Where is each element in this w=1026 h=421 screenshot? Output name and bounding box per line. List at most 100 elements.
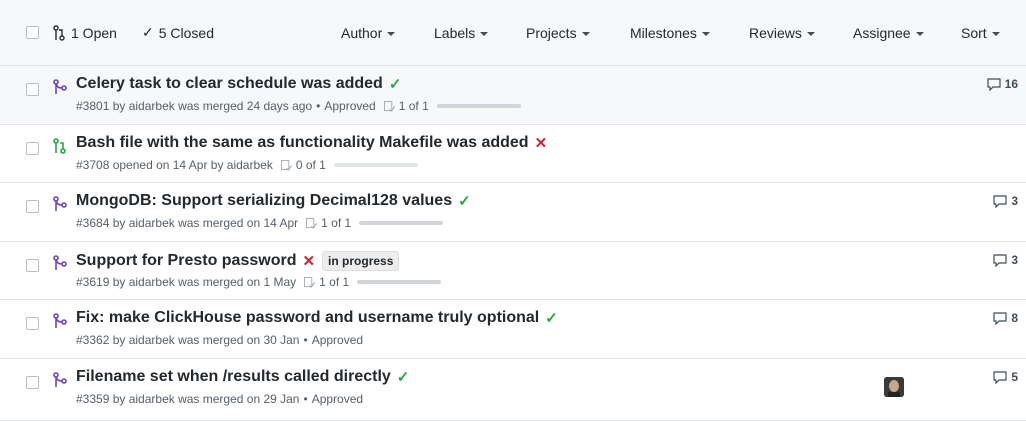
- caret-down-icon: [806, 31, 815, 36]
- pull-request-meta: #3619 by aidarbek was merged on 1 May 1 o…: [76, 275, 442, 289]
- comment-count: 5: [1011, 370, 1018, 384]
- x-failure-icon[interactable]: ✕: [302, 252, 315, 270]
- row-checkbox[interactable]: [26, 83, 39, 96]
- caret-down-icon: [387, 31, 396, 36]
- pull-request-meta: #3708 opened on 14 Apr by aidarbek 0 of 1: [76, 158, 418, 172]
- bullet-separator: •: [303, 333, 308, 347]
- pull-request-icon: [53, 24, 65, 41]
- open-filter-link[interactable]: 1 Open: [53, 0, 117, 65]
- closed-filter-link[interactable]: ✓ 5 Closed: [142, 0, 214, 65]
- pull-request-meta: #3684 by aidarbek was merged on 14 Apr 1 …: [76, 216, 444, 230]
- bullet-separator: •: [303, 392, 308, 406]
- review-status[interactable]: Approved: [312, 392, 363, 406]
- comments-link[interactable]: 3: [993, 194, 1018, 208]
- list-header: 1 Open ✓ 5 Closed Author Labels Projects…: [0, 0, 1026, 66]
- checklist-icon: [306, 217, 318, 229]
- caret-down-icon: [480, 31, 489, 36]
- review-progress-bar: [333, 163, 418, 167]
- review-count: 0 of 1: [295, 158, 326, 172]
- pull-request-title-link[interactable]: Bash file with the same as functionality…: [76, 134, 529, 152]
- review-progress-bar: [436, 104, 521, 108]
- meta-text: #3708 opened on 14 Apr by aidarbek: [76, 158, 273, 172]
- review-count: 1 of 1: [319, 275, 350, 289]
- review-progress-bar: [359, 221, 444, 225]
- avatar[interactable]: [884, 377, 904, 397]
- check-success-icon[interactable]: ✓: [397, 368, 410, 386]
- row-checkbox[interactable]: [26, 259, 39, 272]
- comments-link[interactable]: 16: [987, 77, 1018, 91]
- merged-icon: [53, 196, 67, 211]
- x-failure-icon[interactable]: ✕: [535, 134, 548, 152]
- select-all-checkbox[interactable]: [26, 0, 39, 65]
- review-count: 1 of 1: [398, 99, 429, 113]
- pull-request-title-line: Filename set when /results called direct…: [76, 368, 409, 386]
- caret-down-icon: [581, 31, 590, 36]
- meta-text: #3362 by aidarbek was merged on 30 Jan: [76, 333, 300, 347]
- pull-request-list: 1 Open ✓ 5 Closed Author Labels Projects…: [0, 0, 1026, 421]
- closed-count: 5 Closed: [158, 24, 214, 41]
- pull-request-row[interactable]: Bash file with the same as functionality…: [0, 125, 1026, 183]
- merged-icon: [53, 255, 67, 270]
- comment-icon: [993, 253, 1007, 267]
- caret-down-icon: [915, 31, 924, 36]
- projects-filter[interactable]: Projects: [526, 0, 590, 65]
- checklist-icon: [304, 276, 316, 288]
- pull-request-title-link[interactable]: Fix: make ClickHouse password and userna…: [76, 309, 539, 327]
- label-badge[interactable]: in progress: [322, 251, 400, 271]
- author-filter[interactable]: Author: [341, 0, 396, 65]
- pull-request-meta: #3362 by aidarbek was merged on 30 Jan • A…: [76, 333, 363, 347]
- merged-icon: [53, 313, 67, 328]
- bullet-separator: •: [316, 99, 321, 113]
- merged-icon: [53, 79, 67, 94]
- pull-request-row[interactable]: Filename set when /results called direct…: [0, 359, 1026, 421]
- pull-request-row[interactable]: Celery task to clear schedule was added ✓…: [0, 66, 1026, 125]
- pull-request-row[interactable]: Support for Presto password ✕ in progress #…: [0, 242, 1026, 300]
- pull-request-title-line: Fix: make ClickHouse password and userna…: [76, 309, 558, 327]
- comment-count: 8: [1011, 311, 1018, 325]
- check-success-icon[interactable]: ✓: [389, 75, 402, 93]
- assignee-filter[interactable]: Assignee: [853, 0, 924, 65]
- pull-request-title-line: Celery task to clear schedule was added ✓: [76, 75, 401, 93]
- labels-filter[interactable]: Labels: [434, 0, 489, 65]
- open-pull-request-icon: [53, 138, 66, 154]
- pull-request-title-line: Bash file with the same as functionality…: [76, 134, 547, 152]
- pull-request-row[interactable]: MongoDB: Support serializing Decimal128 …: [0, 183, 1026, 242]
- review-status[interactable]: Approved: [324, 99, 375, 113]
- sort-filter[interactable]: Sort: [961, 0, 1000, 65]
- milestones-filter[interactable]: Milestones: [630, 0, 710, 65]
- pull-request-title-link[interactable]: Filename set when /results called direct…: [76, 368, 391, 386]
- review-count: 1 of 1: [321, 216, 352, 230]
- row-checkbox[interactable]: [26, 200, 39, 213]
- row-checkbox[interactable]: [26, 317, 39, 330]
- meta-text: #3359 by aidarbek was merged on 29 Jan: [76, 392, 300, 406]
- comments-link[interactable]: 3: [993, 253, 1018, 267]
- pull-request-row[interactable]: Fix: make ClickHouse password and userna…: [0, 300, 1026, 359]
- comment-icon: [993, 311, 1007, 325]
- pull-request-meta: #3359 by aidarbek was merged on 29 Jan • A…: [76, 392, 363, 406]
- merged-icon: [53, 372, 67, 387]
- meta-text: #3619 by aidarbek was merged on 1 May: [76, 275, 297, 289]
- caret-down-icon: [701, 31, 710, 36]
- pull-request-title-link[interactable]: MongoDB: Support serializing Decimal128 …: [76, 192, 452, 210]
- comments-link[interactable]: 8: [993, 311, 1018, 325]
- pull-request-meta: #3801 by aidarbek was merged 24 days ago…: [76, 99, 521, 113]
- pull-request-title-line: Support for Presto password ✕ in progress: [76, 251, 400, 271]
- review-status[interactable]: Approved: [312, 333, 363, 347]
- row-checkbox[interactable]: [26, 142, 39, 155]
- check-success-icon[interactable]: ✓: [458, 192, 471, 210]
- check-success-icon[interactable]: ✓: [545, 309, 558, 327]
- check-icon: ✓: [142, 24, 154, 40]
- comment-count: 3: [1011, 194, 1018, 208]
- pull-request-title-line: MongoDB: Support serializing Decimal128 …: [76, 192, 471, 210]
- comments-link[interactable]: 5: [993, 370, 1018, 384]
- pull-request-title-link[interactable]: Celery task to clear schedule was added: [76, 75, 383, 93]
- comment-count: 16: [1004, 77, 1018, 91]
- reviews-filter[interactable]: Reviews: [749, 0, 815, 65]
- row-checkbox[interactable]: [26, 376, 39, 389]
- checklist-icon: [383, 100, 395, 112]
- checklist-icon: [280, 159, 292, 171]
- comment-count: 3: [1011, 253, 1018, 267]
- pull-request-title-link[interactable]: Support for Presto password: [76, 252, 296, 270]
- meta-text: #3801 by aidarbek was merged 24 days ago: [76, 99, 313, 113]
- comment-icon: [993, 194, 1007, 208]
